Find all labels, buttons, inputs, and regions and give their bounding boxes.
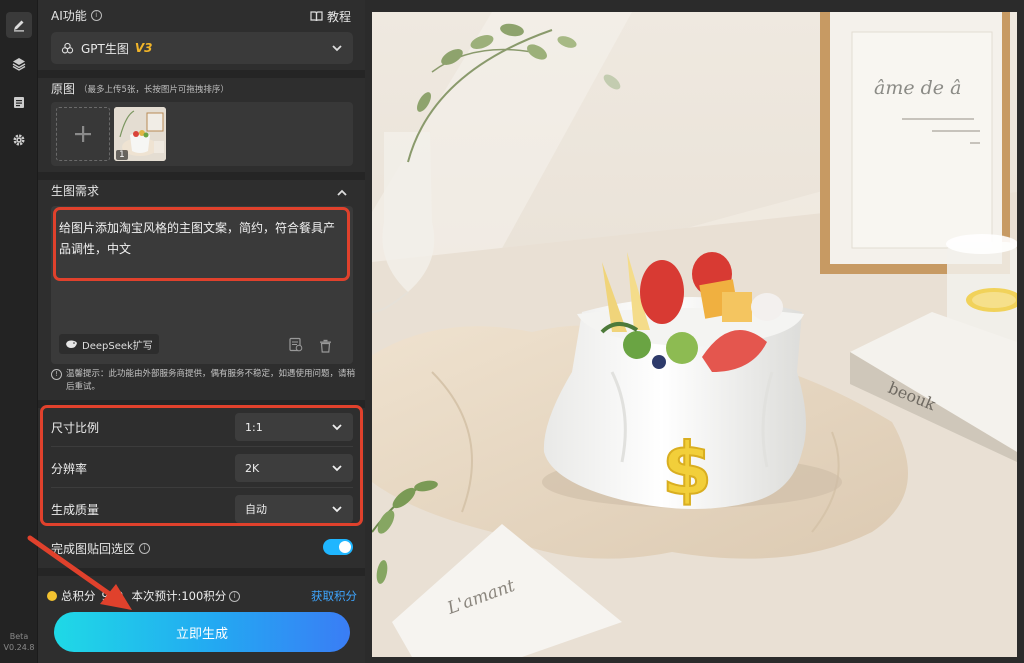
paste-back-label: 完成图贴回选区	[51, 542, 136, 556]
info-icon[interactable]: i	[90, 10, 102, 21]
gear-icon	[13, 134, 25, 146]
paste-back-row: 完成图贴回选区 i	[51, 540, 151, 557]
settings-button[interactable]	[6, 127, 32, 153]
add-image-button[interactable]	[56, 107, 110, 161]
ai-panel: AI功能 i 教程 GPT生图 V3 原图 （最多上传5张，长按图片可拖拽排序）	[38, 0, 365, 663]
model-version-badge: V3	[134, 41, 153, 55]
coin-icon	[47, 591, 57, 601]
total-points-label: 总积分	[61, 589, 96, 603]
frame-title: âme de â	[874, 77, 961, 99]
estimate-text: 本次预计:100积分	[131, 589, 227, 603]
ai-section-title: AI功能	[51, 9, 87, 23]
tutorial-label: 教程	[327, 10, 352, 24]
dollar-emblem: $	[662, 427, 712, 511]
prompt-title: 生图需求	[51, 184, 100, 198]
model-select[interactable]: GPT生图 V3	[51, 32, 353, 64]
layers-tool-button[interactable]	[6, 51, 32, 77]
tip-info-icon: !	[51, 369, 62, 380]
total-points-value: 969	[101, 589, 124, 603]
service-tip: ! 温馨提示：此功能由外部服务商提供，偶有服务不稳定，如遇使用问题，请稍后重试。	[51, 368, 357, 394]
version-label: Beta	[9, 632, 29, 641]
info-icon[interactable]: i	[229, 590, 241, 602]
prompt-section-header: 生图需求	[51, 182, 99, 199]
toggle-knob	[339, 541, 351, 553]
chevron-up-icon	[337, 189, 347, 196]
paste-back-toggle[interactable]	[323, 539, 353, 555]
chevron-down-icon	[332, 45, 342, 52]
version-number: V0.24.8	[3, 643, 35, 652]
generate-button[interactable]: 立即生成	[54, 612, 350, 652]
trash-icon	[320, 339, 331, 353]
whale-icon	[66, 340, 77, 348]
info-icon[interactable]: i	[139, 543, 151, 554]
deepseek-label: DeepSeek扩写	[82, 340, 153, 352]
upload-area: 1	[51, 102, 353, 166]
clear-prompt-button[interactable]	[319, 338, 332, 357]
deepseek-expand-button[interactable]: DeepSeek扩写	[59, 334, 159, 354]
original-section-header: 原图 （最多上传5张，长按图片可拖拽排序）	[51, 80, 229, 97]
ai-section-header: AI功能 i	[51, 7, 102, 24]
generate-label: 立即生成	[175, 626, 228, 642]
options-highlight-frame	[40, 405, 363, 526]
clipboard-icon	[14, 97, 24, 108]
section-divider	[38, 70, 365, 78]
product-photo: âme de â beouk $ L'amant	[372, 12, 1017, 657]
points-row: 总积分 969 本次预计:100积分 i 获取积分	[47, 587, 357, 605]
history-button[interactable]	[288, 337, 303, 356]
book-icon	[310, 11, 323, 22]
original-title: 原图	[51, 82, 76, 96]
image-thumbnail[interactable]: 1	[114, 107, 166, 161]
history-icon	[289, 337, 303, 352]
original-hint: （最多上传5张，长按图片可拖拽排序）	[79, 84, 229, 95]
tool-rail: Beta V0.24.8	[0, 0, 38, 663]
app-root: Beta V0.24.8 AI功能 i 教程 GPT生图 V3 原图 （最多上传…	[0, 0, 1024, 663]
tutorial-link[interactable]: 教程	[310, 8, 351, 25]
edit-icon	[14, 20, 24, 32]
model-name: GPT生图	[81, 41, 129, 56]
collapse-button[interactable]	[336, 184, 348, 203]
edit-tool-button[interactable]	[6, 12, 32, 38]
section-divider	[38, 568, 365, 576]
photo-canvas: âme de â beouk $ L'amant	[372, 12, 1017, 657]
get-points-link[interactable]: 获取积分	[311, 588, 357, 604]
prompt-highlight-frame	[53, 207, 350, 281]
openai-icon	[61, 42, 74, 53]
clipboard-tool-button[interactable]	[6, 89, 32, 115]
version-info: Beta V0.24.8	[0, 631, 38, 653]
section-divider	[38, 172, 365, 180]
layers-icon	[12, 58, 26, 71]
plus-icon	[75, 126, 91, 142]
thumbnail-index: 1	[116, 150, 128, 160]
tip-text: 温馨提示：此功能由外部服务商提供，偶有服务不稳定，如遇使用问题，请稍后重试。	[66, 369, 356, 392]
